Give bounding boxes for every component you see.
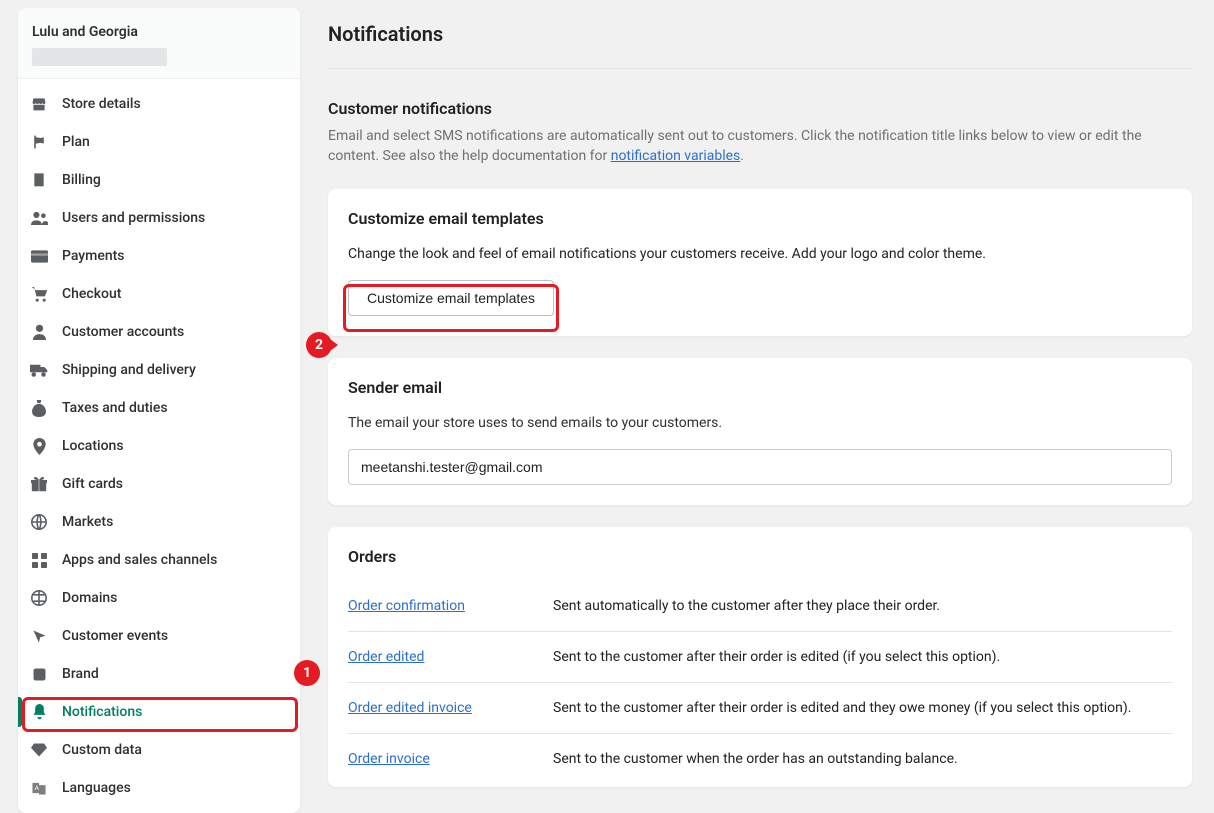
sidebar-item-checkout[interactable]: Checkout [18, 275, 300, 313]
card-title: Orders [348, 547, 1172, 566]
order-description: Sent automatically to the customer after… [553, 598, 940, 614]
sidebar-item-label: Customer accounts [62, 324, 184, 340]
orders-list: Order confirmation Sent automatically to… [348, 584, 1172, 767]
sidebar-item-label: Apps and sales channels [62, 552, 217, 568]
sidebar-item-label: Taxes and duties [62, 400, 168, 416]
page-title: Notifications [328, 22, 1192, 69]
sidebar-item-label: Notifications [62, 704, 142, 720]
sidebar-header: Lulu and Georgia [18, 8, 300, 79]
order-description: Sent to the customer after their order i… [553, 649, 1000, 665]
users-icon [30, 209, 48, 227]
language-icon: A [30, 779, 48, 797]
card-title: Customize email templates [348, 209, 1172, 228]
order-description: Sent to the customer when the order has … [553, 751, 958, 767]
sidebar-item-users[interactable]: Users and permissions [18, 199, 300, 237]
notification-variables-link[interactable]: notification variables [611, 148, 741, 164]
person-icon [30, 323, 48, 341]
sidebar-item-label: Domains [62, 590, 117, 606]
truck-icon [30, 361, 48, 379]
sidebar-item-label: Markets [62, 514, 113, 530]
order-row: Order invoice Sent to the customer when … [348, 733, 1172, 767]
order-row: Order edited Sent to the customer after … [348, 631, 1172, 682]
sidebar-nav: Store details Plan Billing Users and per… [18, 79, 300, 813]
sidebar-item-label: Users and permissions [62, 210, 205, 226]
customize-templates-card: Customize email templates Change the loo… [328, 189, 1192, 336]
store-domain-placeholder [32, 48, 167, 66]
credit-card-icon [30, 247, 48, 265]
globe-dots-icon [30, 589, 48, 607]
sidebar-item-gift-cards[interactable]: Gift cards [18, 465, 300, 503]
sidebar-item-label: Customer events [62, 628, 168, 644]
settings-sidebar: Lulu and Georgia Store details Plan Bill… [18, 8, 300, 813]
order-edited-invoice-link[interactable]: Order edited invoice [348, 700, 472, 716]
sidebar-item-customer-accounts[interactable]: Customer accounts [18, 313, 300, 351]
order-edited-link[interactable]: Order edited [348, 649, 424, 665]
sidebar-item-taxes[interactable]: Taxes and duties [18, 389, 300, 427]
sidebar-item-custom-data[interactable]: Custom data [18, 731, 300, 769]
sidebar-item-customer-events[interactable]: Customer events [18, 617, 300, 655]
sender-email-card: Sender email The email your store uses t… [328, 358, 1192, 505]
diamond-icon [30, 741, 48, 759]
flag-icon [30, 133, 48, 151]
sidebar-item-domains[interactable]: Domains [18, 579, 300, 617]
sidebar-item-label: Billing [62, 172, 101, 188]
sidebar-item-label: Payments [62, 248, 125, 264]
moneybag-icon [30, 399, 48, 417]
sidebar-item-label: Store details [62, 96, 141, 112]
apps-icon [30, 551, 48, 569]
section-description: Email and select SMS notifications are a… [328, 126, 1192, 167]
sidebar-item-label: Languages [62, 780, 131, 796]
cart-icon [30, 285, 48, 303]
order-row: Order edited invoice Sent to the custome… [348, 682, 1172, 733]
sidebar-item-billing[interactable]: Billing [18, 161, 300, 199]
svg-text:A: A [35, 784, 40, 792]
order-confirmation-link[interactable]: Order confirmation [348, 598, 465, 614]
orders-card: Orders Order confirmation Sent automatic… [328, 527, 1192, 787]
brand-icon [30, 665, 48, 683]
order-description: Sent to the customer after their order i… [553, 700, 1131, 716]
sidebar-item-label: Checkout [62, 286, 121, 302]
bell-icon [30, 703, 48, 721]
card-description: Change the look and feel of email notifi… [348, 246, 1172, 262]
globe-icon [30, 513, 48, 531]
sidebar-item-label: Locations [62, 438, 124, 454]
sidebar-item-languages[interactable]: A Languages [18, 769, 300, 807]
store-icon [30, 95, 48, 113]
sidebar-item-label: Brand [62, 666, 99, 682]
main-content: Notifications Customer notifications Ema… [328, 22, 1192, 787]
sidebar-item-plan[interactable]: Plan [18, 123, 300, 161]
sidebar-item-apps[interactable]: Apps and sales channels [18, 541, 300, 579]
gift-icon [30, 475, 48, 493]
card-description: The email your store uses to send emails… [348, 415, 1172, 431]
sidebar-item-markets[interactable]: Markets [18, 503, 300, 541]
order-row: Order confirmation Sent automatically to… [348, 584, 1172, 631]
section-title: Customer notifications [328, 99, 1192, 118]
sidebar-item-shipping[interactable]: Shipping and delivery [18, 351, 300, 389]
order-invoice-link[interactable]: Order invoice [348, 751, 430, 767]
sidebar-item-store-details[interactable]: Store details [18, 85, 300, 123]
sidebar-item-label: Gift cards [62, 476, 123, 492]
sender-email-input[interactable] [348, 449, 1172, 485]
sidebar-item-locations[interactable]: Locations [18, 427, 300, 465]
pin-icon [30, 437, 48, 455]
receipt-icon [30, 171, 48, 189]
sidebar-item-label: Custom data [62, 742, 142, 758]
sidebar-item-payments[interactable]: Payments [18, 237, 300, 275]
card-title: Sender email [348, 378, 1172, 397]
sidebar-item-label: Plan [62, 134, 90, 150]
cursor-icon [30, 627, 48, 645]
sidebar-item-label: Shipping and delivery [62, 362, 196, 378]
customize-email-templates-button[interactable]: Customize email templates [348, 280, 554, 316]
customer-notifications-section: Customer notifications Email and select … [328, 99, 1192, 167]
sidebar-item-brand[interactable]: Brand [18, 655, 300, 693]
store-name: Lulu and Georgia [32, 24, 286, 40]
sidebar-item-notifications[interactable]: Notifications [18, 693, 300, 731]
